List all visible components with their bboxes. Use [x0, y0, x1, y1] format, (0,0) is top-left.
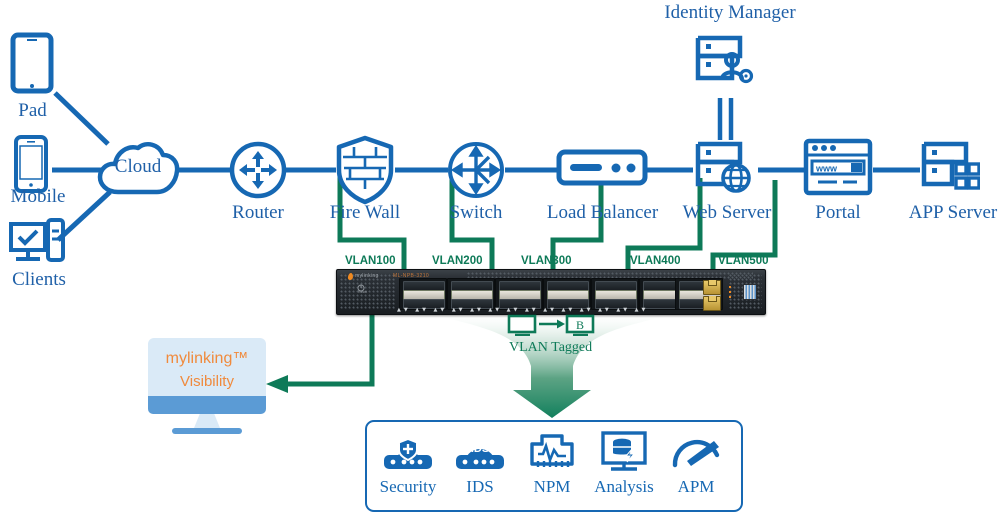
tool-label-npm: NPM [533, 477, 571, 496]
dip-switch[interactable] [743, 284, 757, 300]
router-icon [228, 140, 288, 200]
switch-icon [446, 140, 506, 200]
client-label-pad: Pad [18, 100, 47, 121]
vlan-label-vlan300: VLAN300 [521, 255, 572, 267]
vlan-label-vlan100: VLAN100 [345, 255, 396, 267]
node-label-switch: Switch [449, 202, 503, 223]
monitor-bezel [148, 396, 266, 414]
analysis-database-monitor-icon [587, 430, 661, 474]
monitor-foot [172, 428, 242, 434]
visibility-monitor[interactable]: mylinking™ Visibility [148, 338, 266, 434]
network-packet-broker-appliance[interactable]: mylinking ML-NPB-3210 Reset ▲▼ ▲▼ ▲▼ ▲▼ … [336, 269, 766, 315]
identity-manager-label: Identity Manager [664, 2, 796, 23]
node-label-portal: Portal [815, 202, 861, 223]
tap-to-visibility-path [284, 313, 375, 387]
appliance-brand: mylinking [355, 273, 379, 279]
tool-security[interactable]: Security [371, 430, 445, 497]
tool-npm[interactable]: NPM [515, 430, 589, 497]
port-bank[interactable] [399, 278, 447, 310]
ids-badge-text: IDS [471, 443, 489, 455]
rj45-port[interactable] [703, 280, 721, 295]
node-label-web-server: Web Server [682, 202, 772, 223]
client-label-mobile: Mobile [10, 186, 66, 207]
node-label-router: Router [232, 202, 284, 223]
appliance-logo-flame [347, 272, 354, 280]
port-bank[interactable] [543, 278, 591, 310]
vlan-tagged-label: VLAN Tagged [509, 340, 593, 355]
vlan-tagged-icon: B [507, 314, 595, 336]
tool-label-analysis: Analysis [594, 477, 654, 496]
link-identitymanager-webserver [717, 98, 734, 140]
tool-label-ids: IDS [466, 477, 494, 496]
port-bank[interactable] [495, 278, 543, 310]
tool-label-security: Security [379, 477, 437, 496]
svg-text:B: B [576, 318, 584, 332]
cloud-label: Cloud [114, 156, 162, 177]
tablet-icon [10, 32, 54, 94]
analysis-tools-panel: Security IDS IDS NPM Analysis APM [365, 420, 743, 512]
vlan-label-vlan400: VLAN400 [630, 255, 681, 267]
desktop-check-icon [8, 218, 66, 272]
security-shield-appliance-icon [371, 430, 445, 474]
web-server-globe-icon [692, 140, 756, 202]
tool-label-apm: APM [677, 477, 715, 496]
node-label-load-balancer: Load Balancer [546, 202, 659, 223]
apm-gauge-icon [659, 430, 733, 474]
identity-manager-icon [692, 34, 756, 96]
vlan-label-vlan200: VLAN200 [432, 255, 483, 267]
tool-analysis[interactable]: Analysis [587, 430, 661, 497]
npm-waveform-icon [515, 430, 589, 474]
tap-arrowhead [266, 375, 288, 393]
vlan-label-vlan500: VLAN500 [718, 255, 769, 267]
port-bank[interactable] [591, 278, 639, 310]
tool-ids[interactable]: IDS IDS [443, 430, 517, 497]
node-label-app-server: APP Server [908, 202, 998, 223]
app-server-icon [918, 140, 980, 200]
network-topology-diagram: Pad Mobile Clients Cloud Router Fire Wal… [0, 0, 1000, 514]
node-label-firewall: Fire Wall [329, 202, 401, 223]
firewall-shield-icon [334, 134, 396, 206]
svg-text:www: www [815, 164, 838, 174]
load-balancer-icon [556, 148, 648, 188]
visibility-subtitle: Visibility [180, 373, 234, 390]
portal-browser-icon: www [803, 138, 873, 196]
smartphone-icon [12, 134, 50, 194]
port-bank[interactable] [447, 278, 495, 310]
rj45-port[interactable] [703, 296, 721, 311]
visibility-brand: mylinking™ [165, 350, 249, 367]
ids-appliance-icon: IDS [443, 430, 517, 474]
client-label-clients: Clients [12, 269, 66, 290]
monitor-neck [194, 414, 220, 428]
tool-apm[interactable]: APM [659, 430, 733, 497]
appliance-reset-label: Reset [358, 290, 368, 294]
